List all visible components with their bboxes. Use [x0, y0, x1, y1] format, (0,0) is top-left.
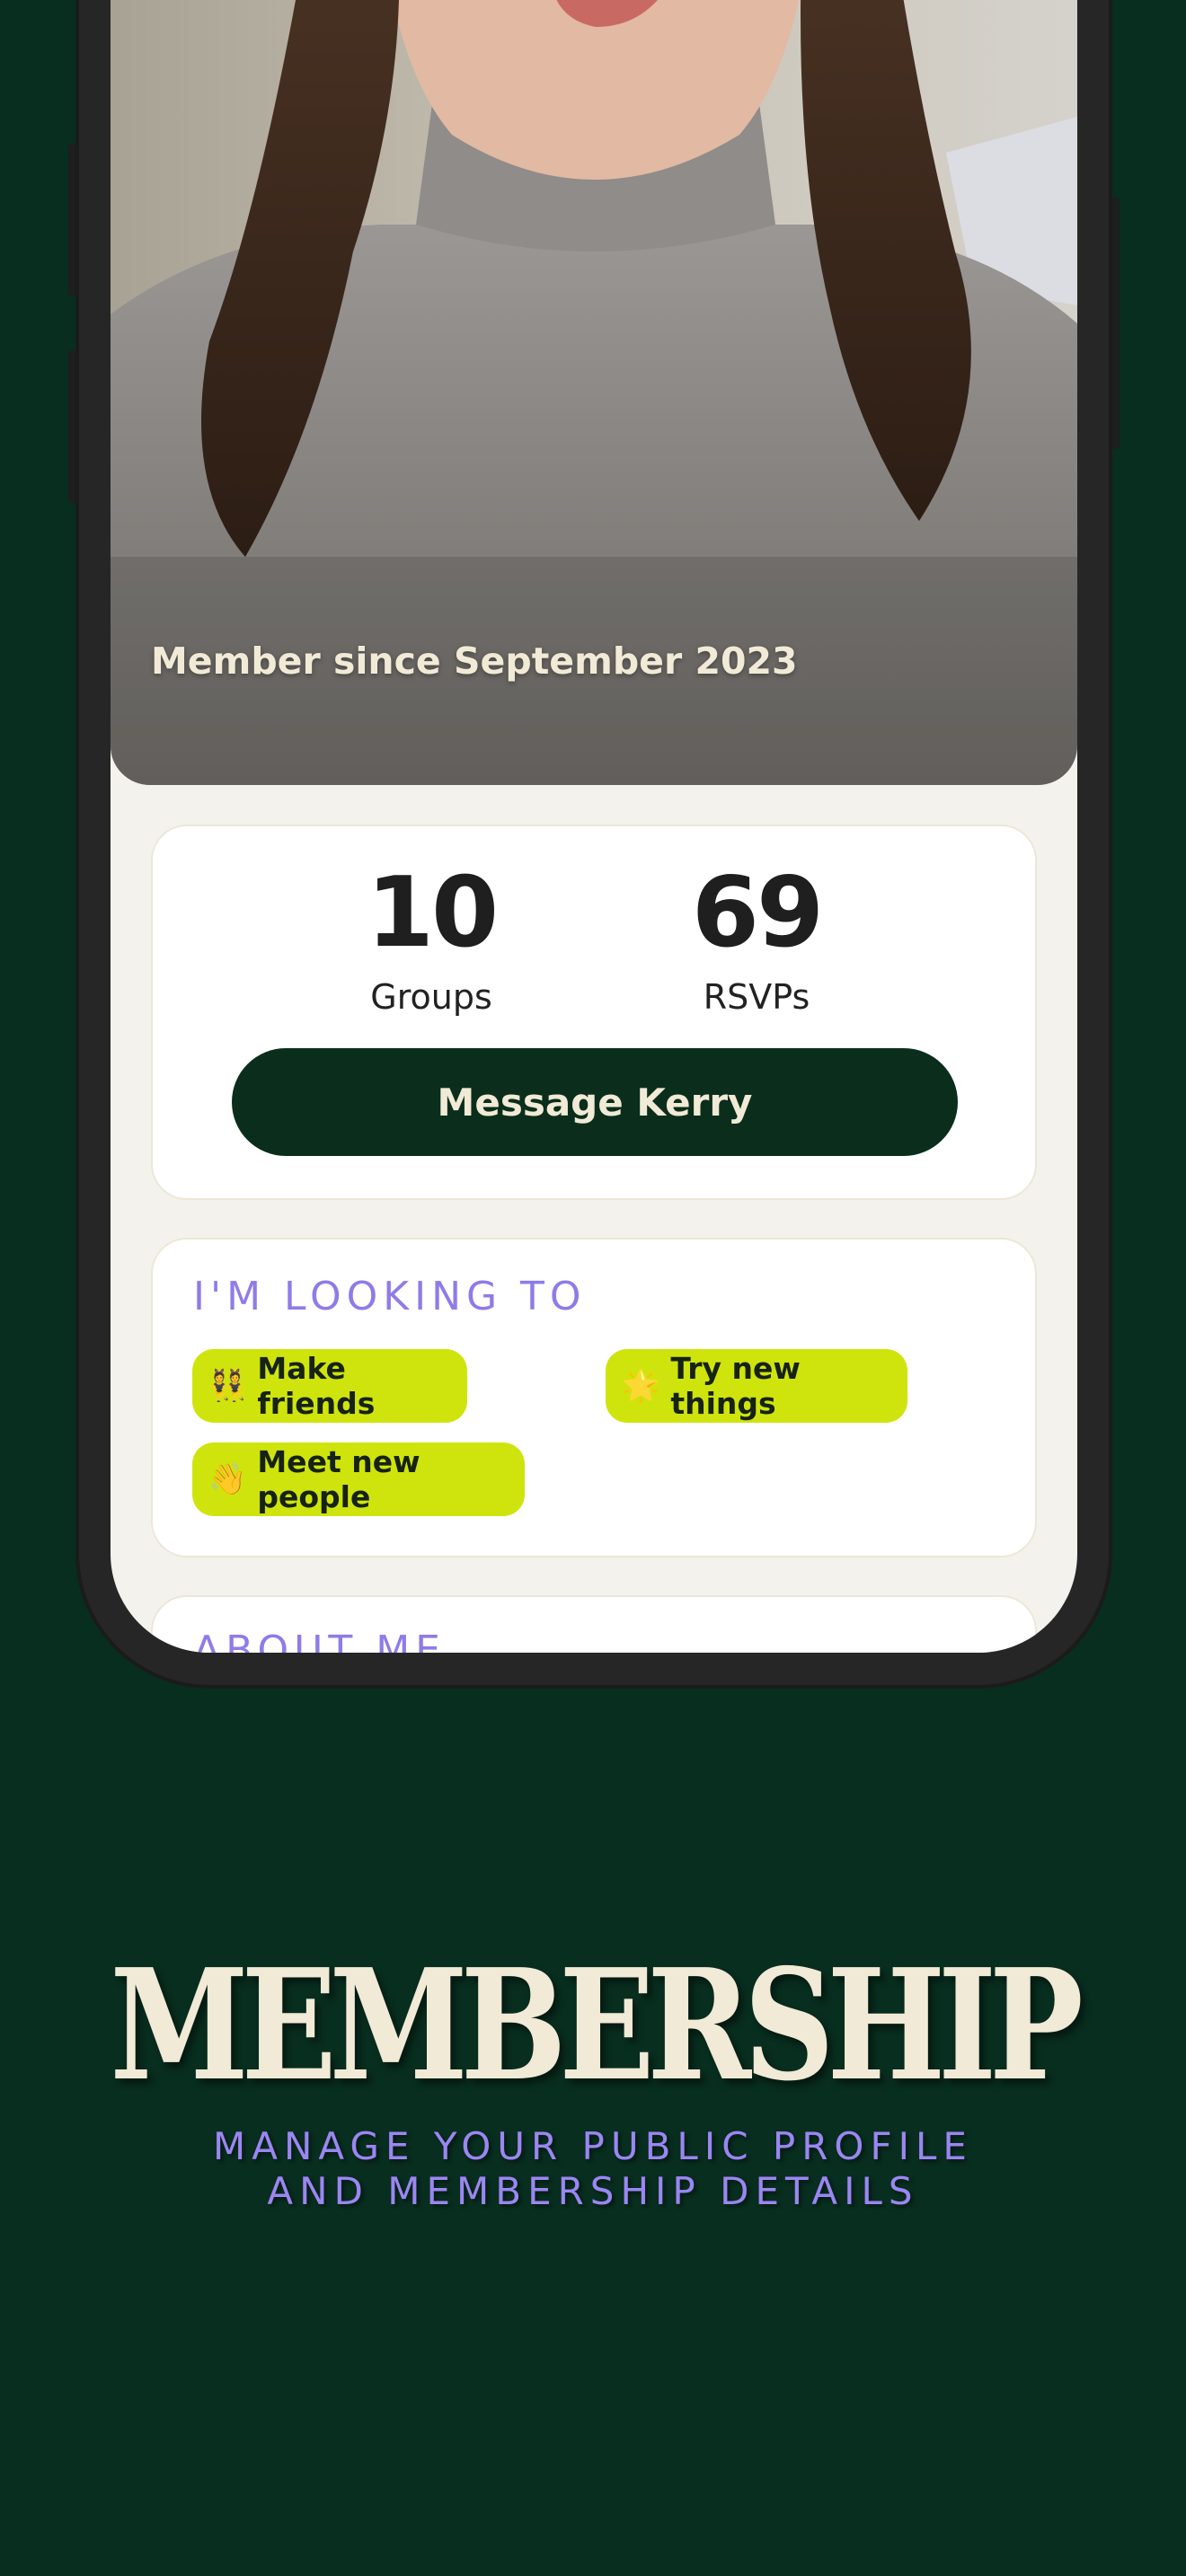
chip-label: Make friends [257, 1351, 376, 1421]
profile-photo: Member since September 2023 [111, 0, 1077, 785]
about-me-title: ABOUT ME [193, 1628, 446, 1653]
looking-to-card: I'M LOOKING TO 👯 Make friends 🌟 Try new … [151, 1238, 1037, 1557]
rsvps-count: 69 [691, 857, 824, 969]
chip-label: Try new things [670, 1351, 801, 1421]
member-since-text: Member since September 2023 [151, 640, 798, 683]
groups-label: Groups [370, 977, 492, 1017]
about-me-card: ABOUT ME [151, 1595, 1037, 1653]
rsvps-label: RSVPs [703, 977, 810, 1017]
chip-label: Meet new people [257, 1444, 420, 1514]
marketing-subheading: MANAGE YOUR PUBLIC PROFILE AND MEMBERSHI… [0, 2124, 1186, 2214]
phone-screen: Member since September 2023 10 Groups 69… [111, 0, 1077, 1653]
looking-to-title: I'M LOOKING TO [193, 1274, 587, 1319]
chip-make-friends[interactable]: 👯 Make friends [192, 1349, 467, 1423]
stats-card: 10 Groups 69 RSVPs Message Kerry [151, 825, 1037, 1200]
groups-count: 10 [366, 857, 499, 969]
rsvps-stat[interactable]: 69 RSVPs [640, 855, 873, 1017]
dancers-icon: 👯 [208, 1368, 247, 1404]
marketing-headline: MEMBERSHIP [110, 1936, 1083, 2115]
waving-hand-icon: 👋 [208, 1461, 247, 1497]
chip-meet-new-people[interactable]: 👋 Meet new people [192, 1442, 525, 1516]
groups-stat[interactable]: 10 Groups [314, 855, 548, 1017]
chip-try-new-things[interactable]: 🌟 Try new things [606, 1349, 907, 1423]
subheading-line-1: MANAGE YOUR PUBLIC PROFILE [213, 2124, 973, 2168]
star-icon: 🌟 [622, 1368, 660, 1404]
message-button[interactable]: Message Kerry [232, 1048, 958, 1156]
subheading-line-2: AND MEMBERSHIP DETAILS [267, 2169, 919, 2213]
